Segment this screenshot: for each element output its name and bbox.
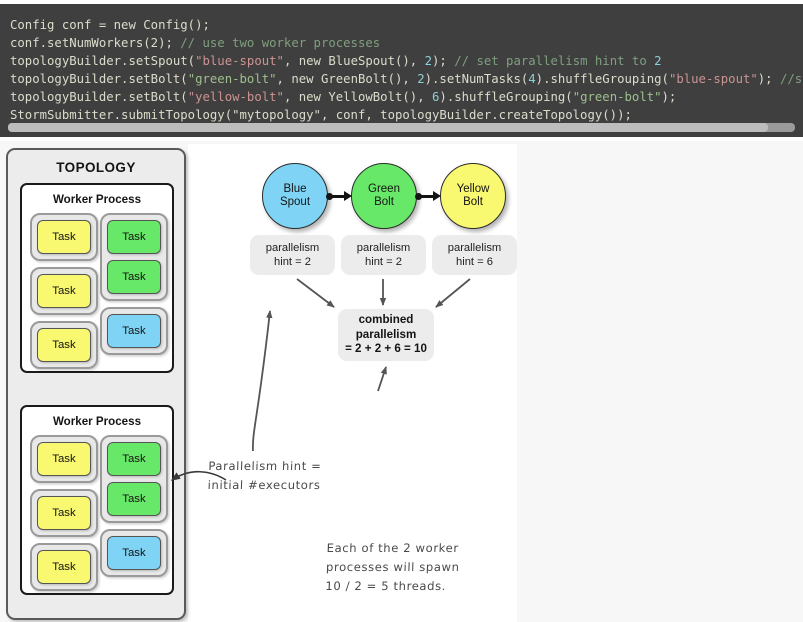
executor-box: Task xyxy=(30,321,98,369)
task-yellow: Task xyxy=(37,274,91,308)
combined-parallelism-box: combined parallelism = 2 + 2 + 6 = 10 xyxy=(338,309,434,361)
node-label-line2: Spout xyxy=(279,196,311,208)
executor-column-left: Task Task Task xyxy=(30,213,98,375)
hint-line1: parallelism xyxy=(356,242,411,254)
hint-line2: hint = 6 xyxy=(455,256,493,268)
executor-box: Task xyxy=(30,543,98,591)
task-green: Task xyxy=(107,220,161,254)
parallelism-hint-blue-spout: parallelism hint = 2 xyxy=(250,235,335,275)
code-line: topologyBuilder.setBolt("yellow-bolt", n… xyxy=(10,90,677,105)
executor-box: Task Task xyxy=(100,435,168,523)
task-blue: Task xyxy=(107,536,161,570)
code-line: conf.setNumWorkers(2); // use two worker… xyxy=(10,36,381,51)
combined-line3: = 2 + 2 + 6 = 10 xyxy=(345,342,427,356)
task-yellow: Task xyxy=(37,220,91,254)
code-lines: Config conf = new Config(); conf.setNumWo… xyxy=(10,16,803,125)
worker-process-title: Worker Process xyxy=(52,193,142,206)
task-yellow: Task xyxy=(37,550,91,584)
executor-box: Task xyxy=(30,489,98,537)
node-yellow-bolt: Yellow Bolt xyxy=(440,163,506,229)
worker-process-2: Worker Process Task Task Task Task Task Task xyxy=(20,405,174,595)
diagram-area: TOPOLOGY Worker Process Task Task Task Tas… xyxy=(0,141,803,622)
node-green-bolt: Green Bolt xyxy=(351,163,417,229)
topology-title: TOPOLOGY xyxy=(56,160,136,175)
note-threads-per-worker: Each of the 2 worker processes will spaw… xyxy=(325,541,460,593)
task-yellow: Task xyxy=(37,442,91,476)
task-yellow: Task xyxy=(37,496,91,530)
executor-box: Task xyxy=(100,529,168,577)
hint-line2: hint = 2 xyxy=(364,256,402,268)
code-line: StormSubmitter.submitTopology("mytopolog… xyxy=(10,108,632,123)
executor-column-right: Task Task Task xyxy=(100,213,168,361)
arrow-green-to-yellow-icon xyxy=(415,190,443,202)
executor-box: Task Task xyxy=(100,213,168,301)
executor-column-left: Task Task Task xyxy=(30,435,98,597)
node-label-line1: Yellow xyxy=(456,182,490,195)
task-green: Task xyxy=(107,482,161,516)
arrow-spout-to-green-icon xyxy=(326,190,354,202)
hint-line1: parallelism xyxy=(447,242,502,254)
code-line: topologyBuilder.setSpout("blue-spout", n… xyxy=(10,54,662,69)
worker-process-title: Worker Process xyxy=(52,415,142,428)
code-line: topologyBuilder.setBolt("green-bolt", ne… xyxy=(10,72,803,87)
parallelism-hint-green-bolt: parallelism hint = 2 xyxy=(341,235,426,275)
hint-line1: parallelism xyxy=(265,242,320,254)
task-yellow: Task xyxy=(37,328,91,362)
task-blue: Task xyxy=(107,314,161,348)
parallelism-hint-yellow-bolt: parallelism hint = 6 xyxy=(432,235,517,275)
horizontal-scrollbar[interactable] xyxy=(8,123,795,132)
scrollbar-thumb[interactable] xyxy=(8,123,768,132)
node-label-line2: Bolt xyxy=(374,196,394,208)
combined-line1: combined xyxy=(358,313,414,327)
node-blue-spout: Blue Spout xyxy=(262,163,328,229)
executor-column-right: Task Task Task xyxy=(100,435,168,583)
worker-process-1: Worker Process Task Task Task Task Task Task xyxy=(20,183,174,373)
node-label-line2: Bolt xyxy=(463,196,483,208)
node-label-line1: Blue xyxy=(283,182,307,195)
executor-box: Task xyxy=(100,307,168,355)
node-label-line1: Green xyxy=(368,182,400,195)
task-green: Task xyxy=(107,260,161,294)
executor-box: Task xyxy=(30,267,98,315)
screenshot-root: Config conf = new Config(); conf.setNumWo… xyxy=(0,0,803,622)
hint-line2: hint = 2 xyxy=(273,256,311,268)
combined-line2: parallelism xyxy=(355,327,417,341)
task-green: Task xyxy=(107,442,161,476)
executor-box: Task xyxy=(30,213,98,261)
topology-container: TOPOLOGY Worker Process Task Task Task Tas… xyxy=(6,148,186,620)
code-line: Config conf = new Config(); xyxy=(10,18,210,32)
note-parallelism-hint: Parallelism hint = initial #executors xyxy=(207,459,322,492)
executor-box: Task xyxy=(30,435,98,483)
code-block[interactable]: Config conf = new Config(); conf.setNumWo… xyxy=(0,4,803,137)
